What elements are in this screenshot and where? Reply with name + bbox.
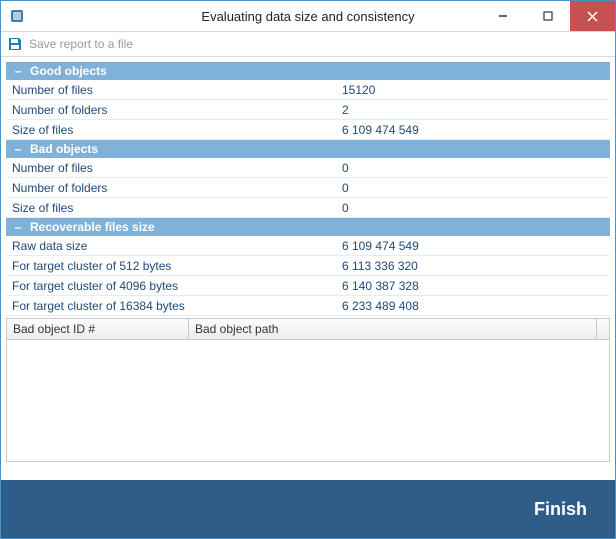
toolbar: Save report to a file — [1, 31, 615, 57]
content-area: – Good objects Number of files 15120 Num… — [1, 57, 615, 462]
collapse-icon[interactable]: – — [12, 142, 24, 156]
column-header-id[interactable]: Bad object ID # — [7, 319, 189, 339]
row-good-folders: Number of folders 2 — [6, 100, 610, 120]
column-header-path[interactable]: Bad object path — [189, 319, 597, 339]
row-bad-files: Number of files 0 — [6, 158, 610, 178]
save-icon[interactable] — [7, 36, 23, 52]
column-header-spacer — [597, 319, 609, 339]
row-good-files: Number of files 15120 — [6, 80, 610, 100]
label: Number of folders — [6, 103, 336, 117]
bad-objects-table-body — [6, 340, 610, 462]
window-controls — [480, 1, 615, 31]
value: 0 — [336, 181, 610, 195]
section-header-good[interactable]: – Good objects — [6, 62, 610, 80]
label: Number of files — [6, 161, 336, 175]
finish-button[interactable]: Finish — [534, 499, 587, 520]
value: 0 — [336, 161, 610, 175]
section-header-bad[interactable]: – Bad objects — [6, 140, 610, 158]
row-recov-16384: For target cluster of 16384 bytes 6 233 … — [6, 296, 610, 316]
collapse-icon[interactable]: – — [12, 64, 24, 78]
collapse-icon[interactable]: – — [12, 220, 24, 234]
section-header-recoverable[interactable]: – Recoverable files size — [6, 218, 610, 236]
value: 2 — [336, 103, 610, 117]
close-button[interactable] — [570, 1, 615, 31]
label: Size of files — [6, 123, 336, 137]
value: 15120 — [336, 83, 610, 97]
value: 0 — [336, 201, 610, 215]
app-icon — [9, 8, 25, 24]
label: For target cluster of 4096 bytes — [6, 279, 336, 293]
section-title: Good objects — [30, 64, 107, 78]
value: 6 109 474 549 — [336, 123, 610, 137]
titlebar: Evaluating data size and consistency — [1, 1, 615, 31]
row-good-size: Size of files 6 109 474 549 — [6, 120, 610, 140]
value: 6 233 489 408 — [336, 299, 610, 313]
label: Number of files — [6, 83, 336, 97]
section-title: Recoverable files size — [30, 220, 155, 234]
label: For target cluster of 512 bytes — [6, 259, 336, 273]
value: 6 140 387 328 — [336, 279, 610, 293]
row-bad-size: Size of files 0 — [6, 198, 610, 218]
row-recov-512: For target cluster of 512 bytes 6 113 33… — [6, 256, 610, 276]
footer-bar: Finish — [1, 480, 615, 538]
label: Size of files — [6, 201, 336, 215]
label: Number of folders — [6, 181, 336, 195]
save-report-button[interactable]: Save report to a file — [29, 37, 133, 51]
label: For target cluster of 16384 bytes — [6, 299, 336, 313]
value: 6 113 336 320 — [336, 259, 610, 273]
maximize-button[interactable] — [525, 1, 570, 31]
row-recov-4096: For target cluster of 4096 bytes 6 140 3… — [6, 276, 610, 296]
row-bad-folders: Number of folders 0 — [6, 178, 610, 198]
minimize-button[interactable] — [480, 1, 525, 31]
value: 6 109 474 549 — [336, 239, 610, 253]
section-title: Bad objects — [30, 142, 98, 156]
label: Raw data size — [6, 239, 336, 253]
bad-objects-table-header: Bad object ID # Bad object path — [6, 318, 610, 340]
row-recov-raw: Raw data size 6 109 474 549 — [6, 236, 610, 256]
